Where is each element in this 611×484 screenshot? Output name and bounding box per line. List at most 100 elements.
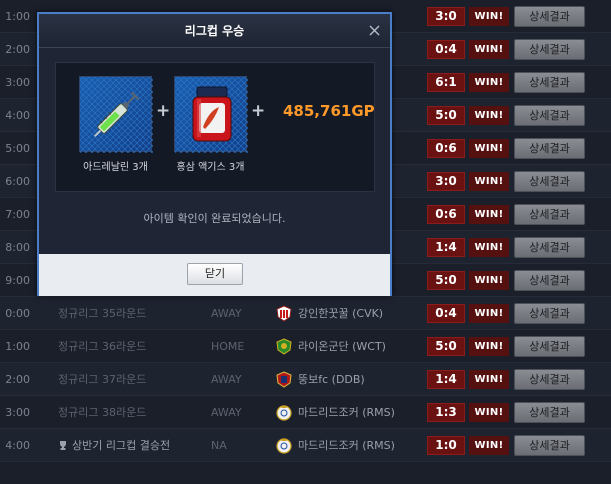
venue: AWAY: [211, 307, 242, 320]
win-badge: WIN!: [469, 205, 509, 224]
match-score: 6:1: [427, 73, 465, 92]
match-score: 3:0: [427, 172, 465, 191]
plus-separator: +: [251, 101, 266, 121]
table-row: 4:00 상반기 리그컵 결승전 NA 마드리드조커 (RMS) 1:0 WIN…: [0, 429, 611, 462]
detail-result-button[interactable]: 상세결과: [514, 270, 585, 291]
table-row: 1:00 정규리그 36라운드 HOME 라이온군단 (WCT) 5:0 WIN…: [0, 330, 611, 363]
team-badge-icon: [276, 371, 292, 388]
match-score: 1:4: [427, 238, 465, 257]
match-time: 4:00: [5, 439, 30, 452]
match-time: 4:00: [5, 109, 30, 122]
match-time: 0:00: [5, 307, 30, 320]
win-badge: WIN!: [469, 403, 509, 422]
match-score: 5:0: [427, 106, 465, 125]
detail-result-button[interactable]: 상세결과: [514, 39, 585, 60]
opponent-team: 마드리드조커 (RMS): [298, 406, 395, 419]
reward-panel: 아드레날린 3개 + 홍삼 액기스 3개 + 485,761GP: [55, 62, 375, 192]
close-button[interactable]: 닫기: [187, 263, 243, 285]
win-badge: WIN!: [469, 436, 509, 455]
match-score: 1:4: [427, 370, 465, 389]
match-score: 3:0: [427, 7, 465, 26]
ginseng-item: [174, 76, 248, 153]
league-round: 상반기 리그컵 결승전: [58, 429, 170, 462]
table-row: 0:00 정규리그 35라운드 AWAY 강인한꿋꿀 (CVK) 0:4 WIN…: [0, 297, 611, 330]
ginseng-label: 홍삼 액기스 3개: [176, 162, 245, 173]
match-time: 9:00: [5, 274, 30, 287]
win-badge: WIN!: [469, 238, 509, 257]
match-time: 7:00: [5, 208, 30, 221]
opponent-team: 마드리드조커 (RMS): [298, 439, 395, 452]
win-badge: WIN!: [469, 337, 509, 356]
detail-result-button[interactable]: 상세결과: [514, 336, 585, 357]
adrenaline-label: 아드레날린 3개: [83, 162, 148, 173]
trophy-icon: [60, 441, 66, 450]
match-score: 5:0: [427, 337, 465, 356]
match-score: 0:6: [427, 139, 465, 158]
detail-result-button[interactable]: 상세결과: [514, 237, 585, 258]
detail-result-button[interactable]: 상세결과: [514, 402, 585, 423]
match-time: 3:00: [5, 76, 30, 89]
win-badge: WIN!: [469, 370, 509, 389]
ginseng-jar-icon: [175, 77, 248, 153]
match-time: 8:00: [5, 241, 30, 254]
detail-result-button[interactable]: 상세결과: [514, 138, 585, 159]
league-round: 정규리그 38라운드: [58, 406, 147, 419]
detail-result-button[interactable]: 상세결과: [514, 105, 585, 126]
match-score: 0:4: [427, 40, 465, 59]
team-badge-icon: [276, 338, 292, 355]
match-score: 0:4: [427, 304, 465, 323]
dialog-footer: 닫기: [39, 254, 390, 296]
venue: AWAY: [211, 406, 242, 419]
detail-result-button[interactable]: 상세결과: [514, 204, 585, 225]
detail-result-button[interactable]: 상세결과: [514, 72, 585, 93]
match-score: 1:3: [427, 403, 465, 422]
match-score: 1:0: [427, 436, 465, 455]
team-badge-icon: [276, 305, 292, 322]
match-time: 3:00: [5, 406, 30, 419]
league-cup-win-dialog: 리그컵 우승 아드레날린 3개 + 홍삼 액기스 3개 + 485,761GP …: [37, 12, 392, 296]
win-badge: WIN!: [469, 7, 509, 26]
match-time: 2:00: [5, 43, 30, 56]
opponent-team: 강인한꿋꿀 (CVK): [298, 307, 384, 320]
win-badge: WIN!: [469, 304, 509, 323]
detail-result-button[interactable]: 상세결과: [514, 171, 585, 192]
match-time: 2:00: [5, 373, 30, 386]
opponent-team: 라이온군단 (WCT): [298, 340, 386, 353]
match-score: 5:0: [427, 271, 465, 290]
league-round: 정규리그 37라운드: [58, 373, 147, 386]
match-time: 5:00: [5, 142, 30, 155]
win-badge: WIN!: [469, 73, 509, 92]
league-round-label: 상반기 리그컵 결승전: [72, 439, 171, 452]
dialog-title: 리그컵 우승: [184, 24, 245, 38]
table-row: 3:00 정규리그 38라운드 AWAY 마드리드조커 (RMS) 1:3 WI…: [0, 396, 611, 429]
venue: HOME: [211, 340, 245, 353]
match-score: 0:6: [427, 205, 465, 224]
league-round: 정규리그 36라운드: [58, 340, 147, 353]
table-row: 2:00 정규리그 37라운드 AWAY 뚱보fc (DDB) 1:4 WIN!…: [0, 363, 611, 396]
win-badge: WIN!: [469, 172, 509, 191]
win-badge: WIN!: [469, 139, 509, 158]
close-icon[interactable]: [369, 25, 380, 36]
syringe-icon: [80, 77, 153, 153]
venue: NA: [211, 439, 227, 452]
gp-reward: 485,761GP: [283, 102, 375, 120]
match-time: 1:00: [5, 10, 30, 23]
team-badge-icon: [276, 438, 292, 454]
adrenaline-item: [79, 76, 153, 153]
detail-result-button[interactable]: 상세결과: [514, 435, 585, 456]
match-time: 6:00: [5, 175, 30, 188]
team-badge-icon: [276, 405, 292, 421]
league-round: 정규리그 35라운드: [58, 307, 147, 320]
match-time: 1:00: [5, 340, 30, 353]
venue: AWAY: [211, 373, 242, 386]
opponent-team: 뚱보fc (DDB): [298, 373, 365, 386]
confirmation-message: 아이템 확인이 완료되었습니다.: [143, 212, 286, 225]
win-badge: WIN!: [469, 271, 509, 290]
dialog-header: 리그컵 우승: [39, 14, 390, 48]
win-badge: WIN!: [469, 40, 509, 59]
detail-result-button[interactable]: 상세결과: [514, 6, 585, 27]
detail-result-button[interactable]: 상세결과: [514, 303, 585, 324]
detail-result-button[interactable]: 상세결과: [514, 369, 585, 390]
win-badge: WIN!: [469, 106, 509, 125]
plus-separator: +: [156, 101, 171, 121]
